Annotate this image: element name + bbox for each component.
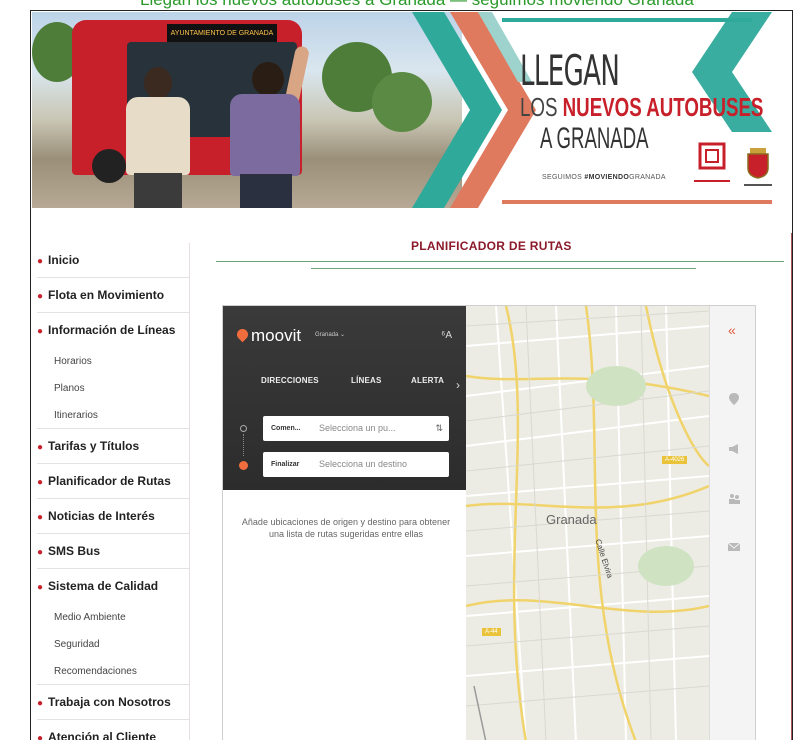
header-banner: AYUNTAMIENTO DE GRANADA LLEGAN LOS NUEVO…	[32, 12, 790, 208]
sidebar-subitem-planos[interactable]: Planos	[37, 375, 189, 402]
sidebar-item-atencion[interactable]: ● Atención al Cliente	[37, 720, 189, 740]
sidebar-item-sms-bus[interactable]: ● SMS Bus	[37, 534, 189, 569]
map-city-label: Granada	[546, 512, 597, 527]
tab-alertas[interactable]: ALERTA	[411, 376, 444, 385]
sidebar-nav: ● Inicio ● Flota en Movimiento ● Informació…	[37, 243, 189, 740]
city-council-crest-icon	[744, 148, 772, 186]
banner-headline-3: A GRANADA	[540, 122, 649, 155]
sidebar-subitem-itinerarios[interactable]: Itinerarios	[37, 402, 189, 429]
banner-tagline: SEGUIMOS #MOVIENDOGRANADA	[542, 174, 666, 181]
collapse-icon[interactable]: «	[728, 322, 736, 338]
destination-dot-icon	[239, 461, 248, 470]
widget-right-rail: «	[709, 306, 755, 740]
sidebar-subitem-seguridad[interactable]: Seguridad	[37, 631, 189, 658]
origin-field[interactable]: Comen... Selecciona un pu... ⇅	[263, 416, 449, 441]
megaphone-icon[interactable]	[727, 442, 741, 456]
sidebar-item-flota[interactable]: ● Flota en Movimiento	[37, 278, 189, 313]
sidebar-subitem-medio-ambiente[interactable]: Medio Ambiente	[37, 604, 189, 631]
top-caption: Llegan los nuevos autobuses a Granada — …	[0, 0, 793, 10]
mail-icon[interactable]	[727, 540, 741, 554]
location-icon[interactable]	[727, 392, 741, 406]
empty-state-hint: Añade ubicaciones de origen y destino pa…	[241, 517, 451, 539]
moovit-widget: moovit Granada ⌄ ⁶A DIRECCIONES LÍNEAS A…	[222, 305, 756, 740]
widget-tabs: DIRECCIONES LÍNEAS ALERTA	[223, 376, 466, 398]
sidebar-item-planificador[interactable]: ● Planificador de Rutas	[37, 464, 189, 499]
banner-headline-2: LOS NUEVOS AUTOBUSES	[520, 92, 764, 122]
sidebar-subitem-horarios[interactable]: Horarios	[37, 348, 189, 375]
title-rule	[216, 261, 784, 262]
swap-icon[interactable]: ⇅	[435, 416, 443, 441]
sidebar-subitem-recomendaciones[interactable]: Recomendaciones	[37, 658, 189, 685]
pin-icon	[234, 326, 251, 343]
destination-field[interactable]: Finalizar Selecciona un destino	[263, 452, 449, 477]
page-frame: AYUNTAMIENTO DE GRANADA LLEGAN LOS NUEVO…	[30, 10, 793, 740]
moovit-logo: moovit	[234, 326, 301, 346]
page-title: PLANIFICADOR DE RUTAS	[411, 239, 572, 253]
sidebar-item-inicio[interactable]: ● Inicio	[37, 243, 189, 278]
chevron-right-icon[interactable]: ›	[456, 378, 460, 392]
sidebar-item-noticias[interactable]: ● Noticias de Interés	[37, 499, 189, 534]
tab-direcciones[interactable]: DIRECCIONES	[261, 376, 319, 385]
map-road-badge-secondary: A-44	[482, 628, 501, 636]
translate-icon[interactable]: ⁶A	[441, 330, 452, 341]
sidebar-item-trabaja[interactable]: ● Trabaja con Nosotros	[37, 685, 189, 720]
city-selector[interactable]: Granada ⌄	[315, 331, 345, 338]
sidebar-divider	[189, 243, 190, 740]
map-view[interactable]: Granada Calle Elvira A-4026 A-44	[466, 306, 709, 740]
people-icon[interactable]	[727, 492, 741, 506]
widget-panel: moovit Granada ⌄ ⁶A DIRECCIONES LÍNEAS A…	[223, 306, 466, 740]
content-right-border	[791, 233, 792, 740]
map-road-badge: A-4026	[662, 456, 688, 464]
tab-lineas[interactable]: LÍNEAS	[351, 376, 382, 385]
banner-headline-1: LLEGAN	[520, 46, 620, 95]
sidebar-item-calidad[interactable]: ● Sistema de Calidad	[37, 569, 189, 604]
widget-header: moovit Granada ⌄ ⁶A DIRECCIONES LÍNEAS A…	[223, 306, 466, 490]
route-dots	[243, 434, 244, 456]
origin-dot-icon	[240, 425, 247, 432]
transport-logo-icon	[694, 142, 730, 182]
sidebar-item-informacion-lineas[interactable]: ● Información de Líneas	[37, 313, 189, 348]
title-rule-secondary	[311, 268, 696, 269]
sidebar-item-tarifas[interactable]: ● Tarifas y Títulos	[37, 429, 189, 464]
